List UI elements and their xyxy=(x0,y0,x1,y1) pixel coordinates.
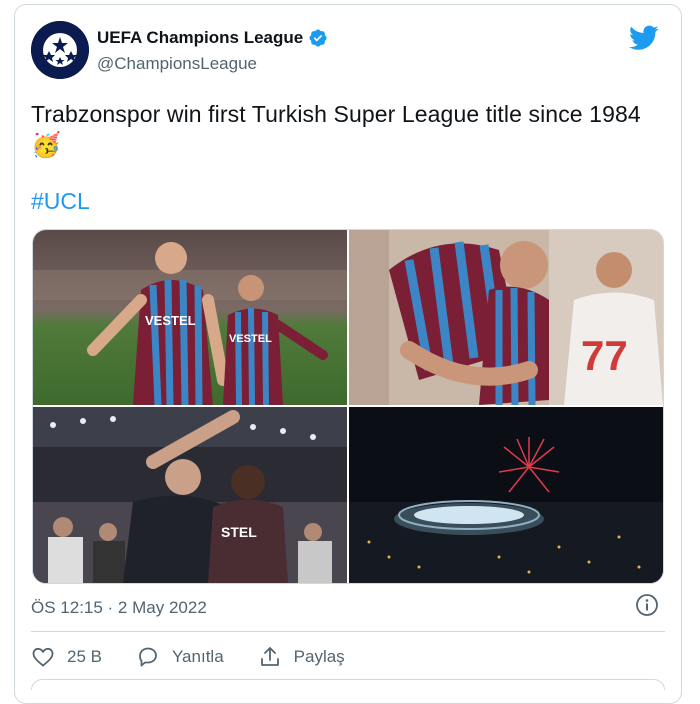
share-label: Paylaş xyxy=(293,647,345,666)
svg-text:VESTEL: VESTEL xyxy=(145,313,196,328)
read-replies-bar[interactable] xyxy=(31,679,665,690)
svg-text:STEL: STEL xyxy=(221,524,257,540)
like-count: 25 B xyxy=(67,647,102,666)
photo-hug-celebration[interactable]: 77 xyxy=(349,230,663,405)
twitter-bird-icon[interactable] xyxy=(629,25,659,51)
heart-icon xyxy=(32,647,54,667)
like-button[interactable]: 25 B xyxy=(31,645,102,669)
reply-bubble-icon xyxy=(139,647,157,667)
verified-badge-icon xyxy=(309,29,327,47)
tweet-card: UEFA Champions League @ChampionsLeague T… xyxy=(14,4,682,704)
reply-button[interactable]: Yanıtla xyxy=(136,645,224,669)
info-icon[interactable] xyxy=(635,593,659,617)
author-avatar[interactable] xyxy=(31,21,89,79)
divider xyxy=(31,631,665,632)
tweet-text-body: Trabzonspor win first Turkish Super Leag… xyxy=(31,101,641,127)
media-grid: VESTEL VESTEL 77 STEL xyxy=(32,229,664,584)
party-face-emoji: 🥳 xyxy=(31,132,61,159)
tweet-text: Trabzonspor win first Turkish Super Leag… xyxy=(31,99,671,161)
share-upload-icon xyxy=(260,647,279,666)
author-name[interactable]: UEFA Champions League xyxy=(97,28,328,48)
champions-league-starball-icon xyxy=(31,21,89,79)
hashtag-link[interactable]: #UCL xyxy=(31,188,90,215)
share-button[interactable]: Paylaş xyxy=(258,645,345,669)
photo-players-celebrating[interactable]: VESTEL VESTEL xyxy=(33,230,347,405)
photo-president-celebration[interactable]: STEL xyxy=(33,407,347,583)
author-handle[interactable]: @ChampionsLeague xyxy=(97,54,257,74)
author-name-text[interactable]: UEFA Champions League xyxy=(97,28,303,48)
tweet-actions: 25 B Yanıtla Paylaş xyxy=(31,645,379,669)
reply-label: Yanıtla xyxy=(171,647,224,666)
photo-stadium-fireworks[interactable] xyxy=(349,407,663,583)
svg-text:VESTEL: VESTEL xyxy=(229,333,272,345)
svg-text:77: 77 xyxy=(581,332,628,379)
tweet-timestamp[interactable]: ÖS 12:15 · 2 May 2022 xyxy=(31,598,207,618)
